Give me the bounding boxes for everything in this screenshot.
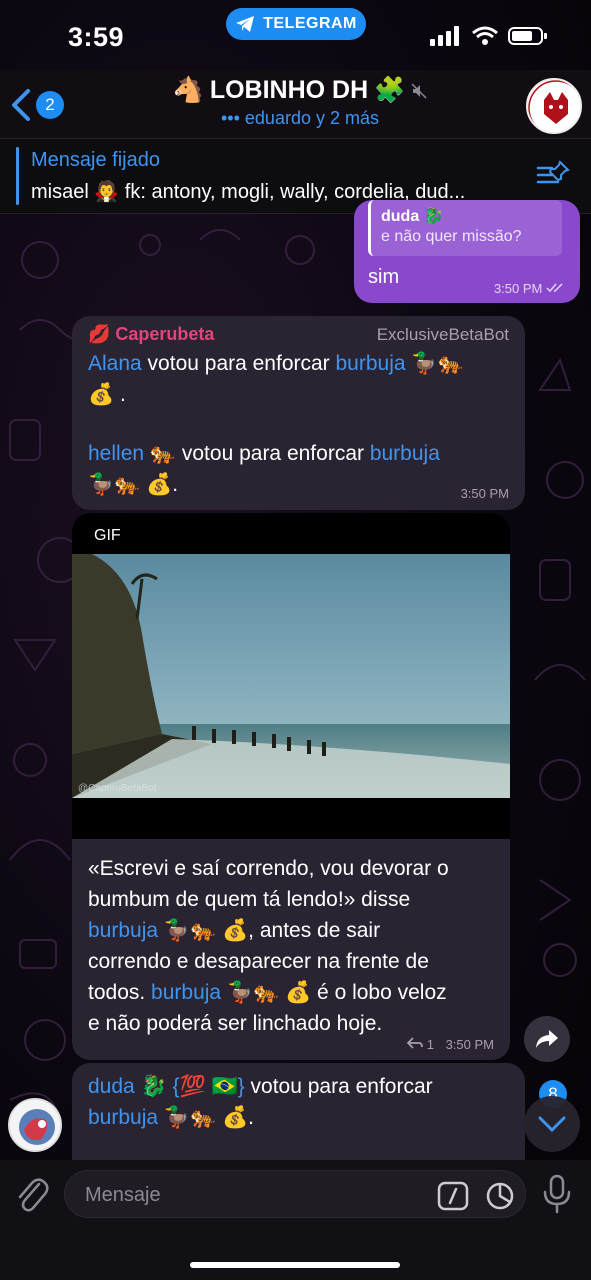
- chevron-down-icon: [538, 1116, 566, 1133]
- double-check-icon: [546, 283, 563, 293]
- user-mention[interactable]: burbuja: [88, 1106, 158, 1129]
- message-text: votou para enforcar: [141, 352, 336, 375]
- pinned-title: Mensaje fijado: [31, 149, 160, 171]
- message-text: 🦆🐅 💰 é o lobo veloz: [221, 981, 447, 1004]
- reply-arrow-icon: [406, 1037, 423, 1049]
- user-mention[interactable]: burbuja: [88, 919, 158, 942]
- user-mention[interactable]: burbuja: [151, 981, 221, 1004]
- message-line: burbuja 🦆🐅 💰.: [88, 1102, 254, 1133]
- paperclip-icon[interactable]: [14, 1174, 50, 1214]
- reply-preview[interactable]: duda 🐉 e não quer missão?: [368, 200, 562, 256]
- message-line: Alana votou para enforcar burbuja 🦆🐅: [88, 348, 464, 379]
- user-mention[interactable]: burbuja: [336, 352, 406, 375]
- user-mention[interactable]: hellen: [88, 442, 144, 465]
- message-text: 🦆🐅 💰.: [158, 1106, 255, 1129]
- gif-message[interactable]: GIF @CaperuBetaBot «Escrevi e saí corren…: [72, 513, 510, 1060]
- message-time: 3:50 PM: [445, 1037, 494, 1052]
- scroll-down-button[interactable]: [524, 1096, 580, 1152]
- system-icons: [430, 26, 548, 46]
- message-line: duda 🐉 {💯 🇧🇷} votou para enforcar: [88, 1071, 433, 1102]
- message-text: sim: [368, 266, 400, 288]
- message-line: correndo e desaparecer na frente de: [88, 950, 429, 973]
- message-line: todos. burbuja 🦆🐅 💰 é o lobo veloz: [88, 977, 447, 1008]
- sender-name[interactable]: 💋 Caperubeta: [88, 324, 214, 345]
- signal-icon: [430, 26, 459, 46]
- schedule-icon[interactable]: [485, 1181, 515, 1211]
- outgoing-message[interactable]: duda 🐉 e não quer missão? sim 3:50 PM: [354, 200, 580, 303]
- battery-icon: [508, 27, 547, 45]
- horse-emoji: 🐴: [172, 76, 204, 104]
- chat-header: 2 🐴 LOBINHO DH 🧩 ••• eduardo y 2 más: [0, 70, 591, 138]
- message-input-bar: Mensaje: [0, 1160, 591, 1280]
- user-mention[interactable]: burbuja: [370, 442, 440, 465]
- gif-media[interactable]: GIF @CaperuBetaBot: [72, 513, 510, 839]
- message-meta: 3:50 PM: [494, 281, 566, 296]
- message-time: 3:50 PM: [493, 281, 543, 296]
- wolf-logo-icon: [528, 80, 580, 132]
- home-indicator[interactable]: [190, 1262, 400, 1268]
- message-text: votou para enforcar: [244, 1075, 433, 1098]
- input-placeholder: Mensaje: [85, 1184, 161, 1206]
- wifi-icon: [472, 26, 498, 45]
- message-line: 💰 .: [88, 383, 126, 406]
- gif-label: GIF: [94, 527, 121, 544]
- puzzle-emoji: 🧩: [374, 76, 406, 104]
- message-text: todos.: [88, 981, 152, 1004]
- message-text: 🦆🐅 💰, antes de sair: [158, 919, 381, 942]
- chevron-left-icon: [12, 89, 30, 121]
- message-time: 3:50 PM: [460, 486, 509, 501]
- message-line: burbuja 🦆🐅 💰, antes de sair: [88, 915, 380, 946]
- reply-count: 1: [426, 1037, 434, 1052]
- forward-button[interactable]: [524, 1016, 570, 1062]
- chat-subtitle: ••• eduardo y 2 más: [221, 108, 379, 128]
- message-line: «Escrevi e saí correndo, vou devorar o: [88, 857, 449, 880]
- via-bot[interactable]: ExclusiveBetaBot: [377, 325, 509, 345]
- group-avatar[interactable]: [526, 78, 582, 134]
- status-time: 3:59: [68, 22, 125, 52]
- back-button[interactable]: 2: [10, 88, 64, 122]
- reply-text: e não quer missão?: [381, 228, 522, 245]
- chat-title-area[interactable]: 🐴 LOBINHO DH 🧩 ••• eduardo y 2 más: [140, 76, 460, 129]
- pinned-indicator: [16, 147, 19, 205]
- user-mention[interactable]: duda 🐉 {💯 🇧🇷}: [88, 1075, 245, 1098]
- telegram-icon: [236, 16, 255, 32]
- muted-icon: [411, 82, 427, 99]
- unread-count-badge: 2: [36, 91, 64, 119]
- message-line: 🦆🐅 💰.: [88, 473, 179, 496]
- gif-watermark: @CaperuBetaBot: [78, 783, 157, 794]
- message-input[interactable]: Mensaje: [64, 1170, 526, 1218]
- sender-avatar[interactable]: [8, 1098, 62, 1152]
- reply-author: duda 🐉: [381, 208, 444, 225]
- telegram-pill-label: TELEGRAM: [263, 15, 357, 32]
- chat-title: 🐴 LOBINHO DH 🧩: [173, 76, 428, 105]
- commands-icon[interactable]: [437, 1181, 469, 1211]
- chat-title-text: LOBINHO DH: [209, 76, 369, 104]
- message-text: 🐅 votou para enforcar: [144, 442, 370, 465]
- message-line: e não poderá ser linchado hoje.: [88, 1012, 383, 1035]
- user-mention[interactable]: Alana: [88, 352, 142, 375]
- gif-image: [72, 554, 510, 798]
- forward-icon: [536, 1030, 558, 1048]
- status-bar: 3:59 TELEGRAM: [0, 0, 591, 70]
- pinned-list-icon[interactable]: [536, 160, 570, 190]
- microphone-icon[interactable]: [542, 1174, 572, 1214]
- message-line: bumbum de quem tá lendo!» disse: [88, 888, 411, 911]
- emoji-text: 🦆🐅: [405, 352, 464, 375]
- incoming-message[interactable]: 💋 Caperubeta ExclusiveBetaBot Alana voto…: [72, 316, 525, 510]
- message-meta: 1 3:50 PM: [406, 1037, 494, 1052]
- message-line: hellen 🐅 votou para enforcar burbuja: [88, 438, 440, 469]
- telegram-pill[interactable]: TELEGRAM: [226, 8, 366, 40]
